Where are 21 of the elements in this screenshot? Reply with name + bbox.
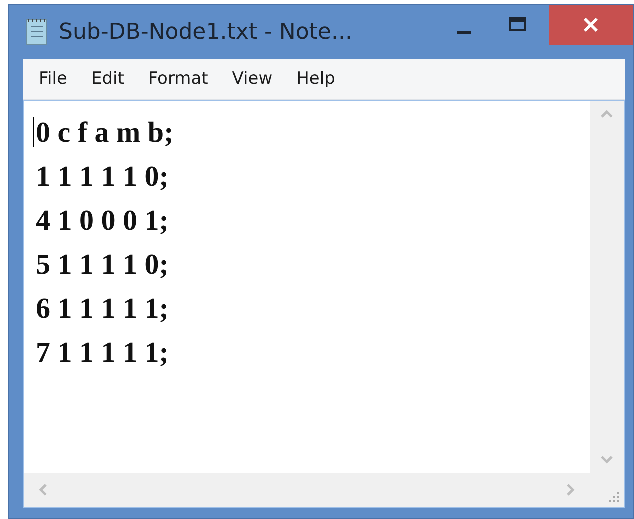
text-editor[interactable]: 0 c f a m b; 1 1 1 1 1 0; 4 1 0 0 0 1; 5 1 1 1 1 0; 6 1 1 1 1 1; 7 1 1 1 1 1;	[23, 100, 625, 508]
resize-grip-icon[interactable]	[608, 491, 620, 503]
minimize-icon	[457, 30, 471, 34]
text-line: 6 1 1 1 1 1;	[36, 292, 169, 327]
vertical-scrollbar[interactable]	[590, 101, 624, 473]
menu-item[interactable]: File	[29, 65, 78, 93]
window-title: Sub-DB-Node1.txt - Note...	[59, 20, 354, 44]
text-line: 7 1 1 1 1 1;	[36, 336, 169, 371]
close-button[interactable]	[549, 5, 633, 45]
text-line: 5 1 1 1 1 0;	[36, 248, 169, 283]
menu-item[interactable]: Help	[286, 65, 346, 93]
maximize-icon	[509, 17, 527, 33]
menu-item[interactable]: Format	[138, 65, 218, 93]
horizontal-scrollbar[interactable]	[24, 473, 590, 507]
close-icon	[582, 16, 600, 34]
text-line: 1 1 1 1 1 0;	[36, 160, 169, 195]
menu-item[interactable]: Edit	[81, 65, 134, 93]
text-cursor	[33, 117, 34, 147]
text-line: 0 c f a m b;	[36, 116, 174, 151]
text-line: 4 1 0 0 0 1;	[36, 204, 169, 239]
menu-item[interactable]: View	[222, 65, 283, 93]
